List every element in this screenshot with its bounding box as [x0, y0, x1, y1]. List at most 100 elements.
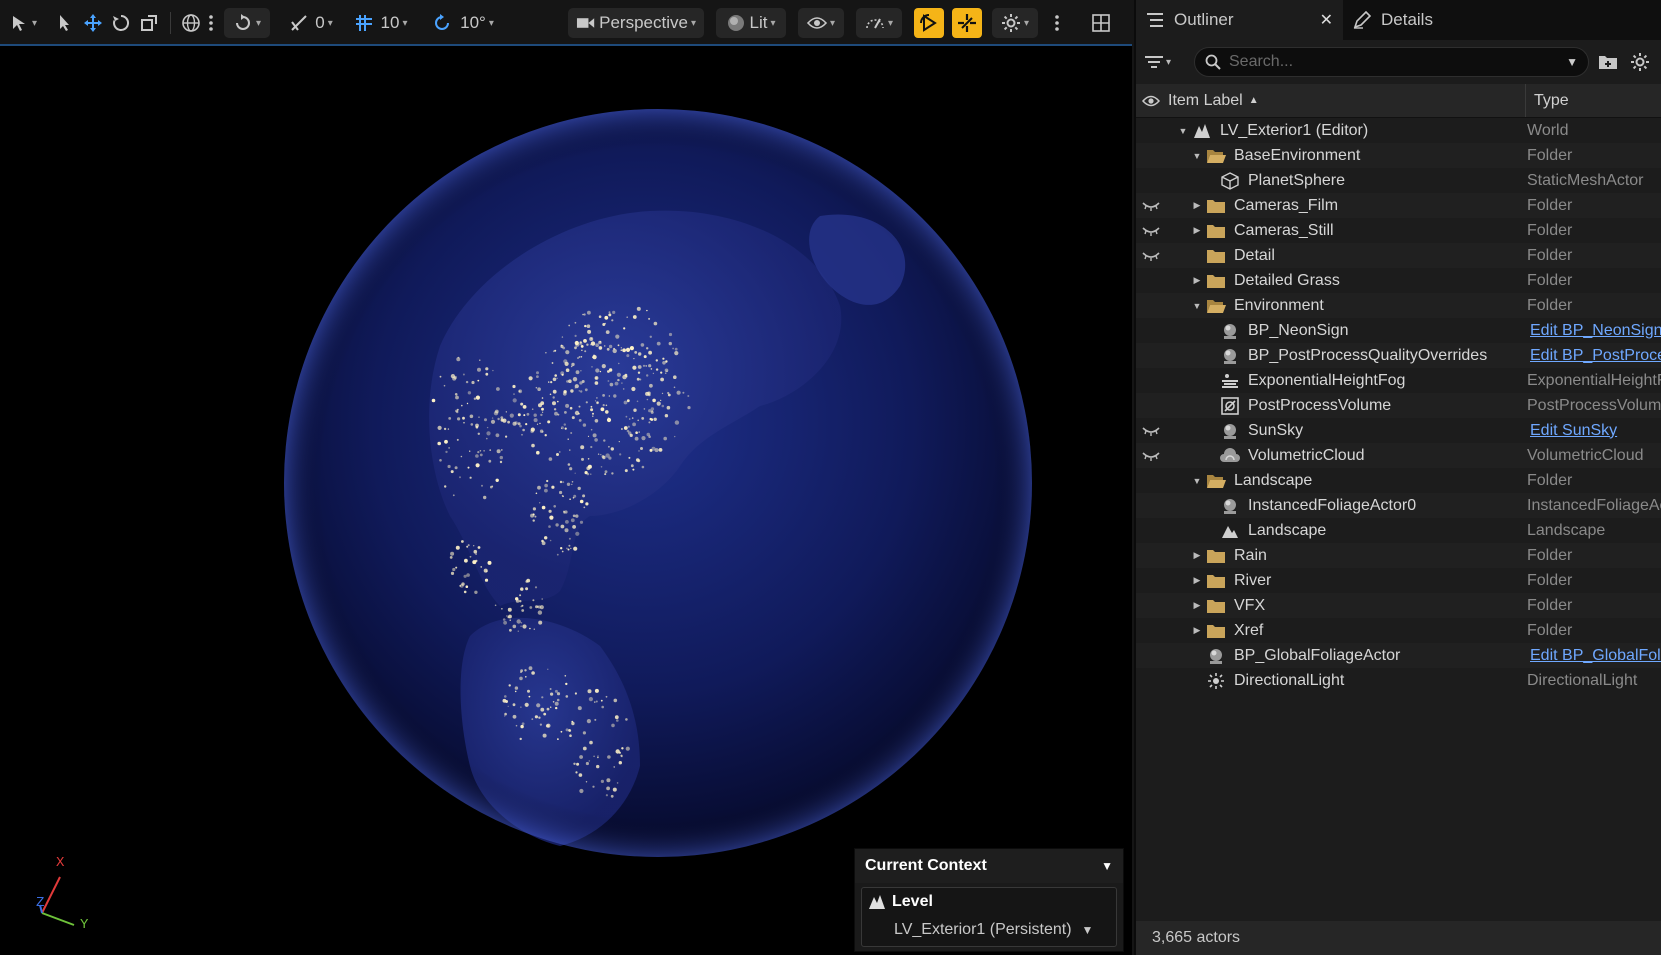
- outliner-row-type: Folder: [1527, 196, 1573, 214]
- outliner-row[interactable]: PlanetSphere StaticMeshActor: [1136, 168, 1661, 193]
- expand-closed-icon[interactable]: ▶: [1190, 600, 1204, 611]
- outliner-row[interactable]: ▼ LV_Exterior1 (Editor) World: [1136, 118, 1661, 143]
- surface-snap-dropdown[interactable]: ▾: [224, 8, 270, 38]
- viewport-layout-button[interactable]: [1086, 8, 1116, 38]
- scale-tool-button[interactable]: [136, 8, 162, 38]
- world-local-toggle[interactable]: [178, 8, 204, 38]
- outliner-row[interactable]: Detail Folder: [1136, 243, 1661, 268]
- realtime-toggle-button[interactable]: [914, 8, 944, 38]
- outliner-row-label: Xref: [1234, 621, 1264, 639]
- expand-closed-icon[interactable]: ▶: [1190, 275, 1204, 286]
- outliner-row[interactable]: VolumetricCloud VolumetricCloud: [1136, 443, 1661, 468]
- expand-closed-icon[interactable]: ▶: [1190, 550, 1204, 561]
- expand-open-icon[interactable]: ▼: [1190, 476, 1204, 486]
- outliner-row[interactable]: PostProcessVolume PostProcessVolume: [1136, 393, 1661, 418]
- outliner-row-label-cell: BP_NeonSign: [1136, 318, 1526, 343]
- outliner-row[interactable]: Landscape Landscape: [1136, 518, 1661, 543]
- outliner-row[interactable]: BP_PostProcessQualityOverrides Edit BP_Po…: [1136, 343, 1661, 368]
- search-input[interactable]: [1229, 53, 1567, 71]
- edit-blueprint-link[interactable]: Edit BP_GlobalFoliageActor: [1530, 647, 1661, 665]
- folder-icon: [1204, 598, 1228, 614]
- cloud-icon: [1218, 447, 1242, 464]
- level-selector-dropdown[interactable]: LV_Exterior1 (Persistent) ▼: [862, 916, 1116, 944]
- realtime-play-icon: [920, 14, 937, 32]
- light-icon: [1204, 672, 1228, 690]
- chevron-down-icon: ▾: [1023, 17, 1030, 29]
- outliner-row[interactable]: ▶ VFX Folder: [1136, 593, 1661, 618]
- viewport-more-icon[interactable]: [1050, 8, 1064, 38]
- select-tool-button[interactable]: [52, 8, 78, 38]
- gear-icon: [1631, 53, 1649, 71]
- current-context-header[interactable]: Current Context ▼: [855, 849, 1123, 883]
- level-viewport[interactable]: ▾ ▾ 0 ▾ 10 ▾ 10° ▾ Perspective ▾ Lit ▾ ▾…: [0, 0, 1132, 955]
- viewport-settings-dropdown[interactable]: ▾: [992, 8, 1038, 38]
- tab-outliner[interactable]: Outliner ✕: [1136, 0, 1343, 40]
- item-label-column-header[interactable]: Item Label ▲: [1166, 84, 1526, 117]
- outliner-row-type: World: [1527, 121, 1569, 139]
- actor-count: 3,665 actors: [1152, 929, 1241, 946]
- outliner-row[interactable]: InstancedFoliageActor0 InstancedFoliageAc…: [1136, 493, 1661, 518]
- chevron-down-icon: ▾: [829, 17, 836, 29]
- chevron-down-icon[interactable]: ▼: [1566, 55, 1578, 69]
- rotation-snap-value: 10°: [460, 13, 486, 32]
- outliner-row[interactable]: SunSky Edit SunSky: [1136, 418, 1661, 443]
- search-icon: [1205, 54, 1221, 70]
- edit-blueprint-link[interactable]: Edit SunSky: [1530, 422, 1661, 440]
- outliner-row[interactable]: DirectionalLight DirectionalLight: [1136, 668, 1661, 693]
- outliner-row-label: InstancedFoliageActor0: [1248, 496, 1417, 514]
- outliner-row[interactable]: ▼ Landscape Folder: [1136, 468, 1661, 493]
- close-icon[interactable]: ✕: [1320, 10, 1333, 30]
- expand-closed-icon[interactable]: ▶: [1190, 200, 1204, 211]
- outliner-row[interactable]: BP_NeonSign Edit BP_NeonSign: [1136, 318, 1661, 343]
- show-flags-dropdown[interactable]: ▾: [798, 8, 844, 38]
- tab-details-label: Details: [1381, 10, 1433, 29]
- outliner-row-label-cell: ▶ Rain: [1136, 543, 1526, 568]
- type-column-header[interactable]: Type: [1526, 92, 1569, 110]
- outliner-row-label-cell: ExponentialHeightFog: [1136, 368, 1526, 393]
- level-label: Level: [892, 893, 933, 910]
- outliner-row[interactable]: ExponentialHeightFog ExponentialHeightFog: [1136, 368, 1661, 393]
- outliner-row[interactable]: ▼ Environment Folder: [1136, 293, 1661, 318]
- collapse-caret-icon[interactable]: ▼: [1101, 859, 1113, 873]
- outliner-row[interactable]: ▶ Xref Folder: [1136, 618, 1661, 643]
- expand-closed-icon[interactable]: ▶: [1190, 625, 1204, 636]
- more-options-icon[interactable]: [204, 8, 218, 38]
- filter-dropdown[interactable]: ▾: [1144, 55, 1188, 69]
- expand-closed-icon[interactable]: ▶: [1190, 225, 1204, 236]
- grid-snap-dropdown[interactable]: 10 ▾: [350, 8, 412, 38]
- expand-open-icon[interactable]: ▼: [1190, 151, 1204, 161]
- edit-blueprint-link[interactable]: Edit BP_NeonSign: [1530, 322, 1661, 340]
- angle-snap-dropdown[interactable]: 0 ▾: [284, 8, 338, 38]
- chevron-down-icon: ▾: [488, 17, 494, 29]
- outliner-row[interactable]: BP_GlobalFoliageActor Edit BP_GlobalFolia…: [1136, 643, 1661, 668]
- outliner-settings-button[interactable]: [1627, 52, 1653, 72]
- lit-mode-dropdown[interactable]: Lit ▾: [716, 8, 786, 38]
- folder-icon: [1204, 273, 1228, 289]
- outliner-row[interactable]: ▶ Rain Folder: [1136, 543, 1661, 568]
- expand-closed-icon[interactable]: ▶: [1190, 575, 1204, 586]
- edit-blueprint-link[interactable]: Edit BP_PostProcessQualityOverrides: [1530, 347, 1661, 365]
- outliner-row-label: Landscape: [1248, 521, 1327, 539]
- outliner-row[interactable]: ▼ BaseEnvironment Folder: [1136, 143, 1661, 168]
- add-folder-button[interactable]: [1595, 54, 1621, 70]
- outliner-row[interactable]: ▶ River Folder: [1136, 568, 1661, 593]
- outliner-row-label: Environment: [1234, 296, 1324, 314]
- arrow-cursor-icon: [60, 15, 69, 31]
- outliner-row[interactable]: ▶ Cameras_Film Folder: [1136, 193, 1661, 218]
- outliner-row[interactable]: ▶ Cameras_Still Folder: [1136, 218, 1661, 243]
- outliner-row-label-cell: Landscape: [1136, 518, 1526, 543]
- tab-details[interactable]: Details: [1343, 0, 1443, 40]
- select-mode-dropdown[interactable]: ▾: [4, 8, 44, 38]
- performance-scalability-dropdown[interactable]: ▾: [856, 8, 902, 38]
- rotate-tool-button[interactable]: [108, 8, 134, 38]
- expand-open-icon[interactable]: ▼: [1190, 301, 1204, 311]
- search-box[interactable]: ▼: [1194, 47, 1589, 77]
- game-view-toggle-button[interactable]: [952, 8, 982, 38]
- outliner-row[interactable]: ▶ Detailed Grass Folder: [1136, 268, 1661, 293]
- view-mode-dropdown[interactable]: Perspective ▾: [568, 8, 704, 38]
- rotation-snap-dropdown[interactable]: 10° ▾: [426, 8, 500, 38]
- outliner-row-label: Detailed Grass: [1234, 271, 1340, 289]
- translate-tool-button[interactable]: [80, 8, 106, 38]
- visibility-column-header[interactable]: [1136, 95, 1166, 107]
- expand-open-icon[interactable]: ▼: [1176, 126, 1190, 136]
